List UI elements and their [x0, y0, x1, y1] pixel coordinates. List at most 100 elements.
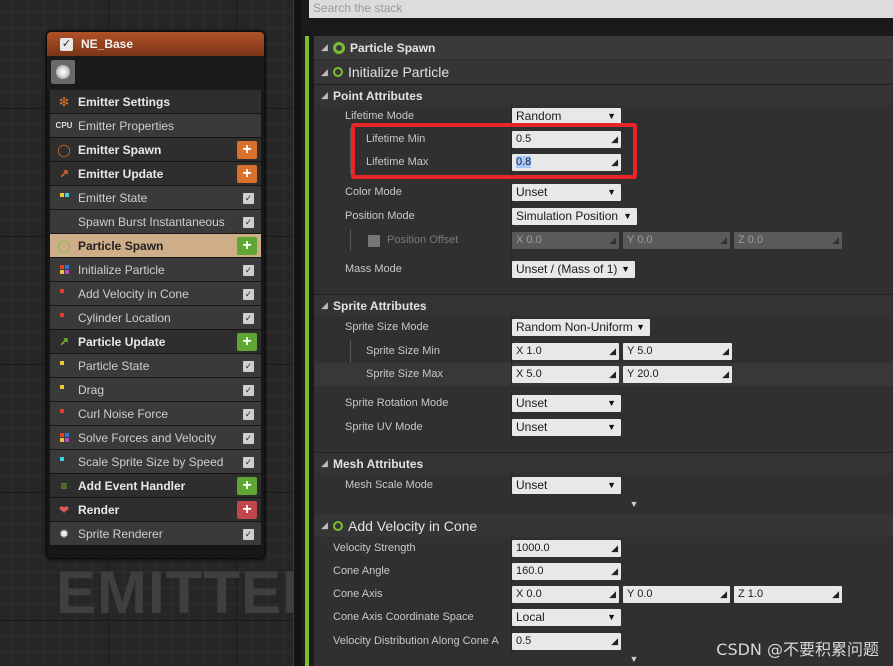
dropdown-value: Unset / (Mass of 1): [516, 262, 618, 276]
node-row[interactable]: ≡ Add Event Handler +: [50, 474, 261, 498]
expand-more-icon[interactable]: ▼: [628, 655, 640, 664]
module-enable-checkbox[interactable]: ✓: [243, 457, 254, 468]
module-enable-checkbox[interactable]: ✓: [243, 361, 254, 372]
add-velocity-in-cone-header[interactable]: ◢ Add Velocity in Cone: [314, 514, 893, 537]
collapse-arrow-icon[interactable]: ◢: [321, 90, 333, 101]
add-module-button[interactable]: +: [237, 237, 257, 255]
position-mode-dropdown[interactable]: Simulation Position ▼: [512, 208, 637, 225]
sprite-size-min-y[interactable]: Y 5.0 ◢: [623, 343, 732, 360]
sprite-size-min-x[interactable]: X 1.0 ◢: [512, 343, 619, 360]
module-enable-checkbox[interactable]: ✓: [243, 385, 254, 396]
node-row[interactable]: ◯ Emitter Spawn +: [50, 138, 261, 162]
resize-grip-icon[interactable]: ◢: [722, 366, 729, 383]
module-enable-checkbox[interactable]: ✓: [243, 433, 254, 444]
mesh-attributes-header[interactable]: ◢ Mesh Attributes: [314, 452, 893, 474]
node-row[interactable]: Cylinder Location ✓: [50, 306, 261, 330]
node-row[interactable]: Spawn Burst Instantaneous ✓: [50, 210, 261, 234]
mesh-scale-mode-dropdown[interactable]: Unset ▼: [512, 477, 621, 494]
node-row[interactable]: ◯ Particle Spawn +: [50, 234, 261, 258]
position-offset-z[interactable]: Z 0.0 ◢: [734, 232, 842, 249]
resize-grip-icon[interactable]: ◢: [720, 586, 727, 603]
cone-axis-y[interactable]: Y 0.0 ◢: [623, 586, 730, 603]
module-dots-icon: [50, 385, 78, 394]
node-row[interactable]: ❇ Emitter Settings: [50, 90, 261, 114]
property-label: Mesh Scale Mode: [345, 479, 434, 491]
node-row[interactable]: ✹ Sprite Renderer ✓: [50, 522, 261, 546]
mass-mode-dropdown[interactable]: Unset / (Mass of 1) ▼: [512, 261, 635, 278]
module-enable-checkbox[interactable]: ✓: [243, 313, 254, 324]
module-title: Add Velocity in Cone: [348, 517, 478, 534]
resize-grip-icon[interactable]: ◢: [832, 586, 839, 603]
module-enable-checkbox[interactable]: ✓: [243, 529, 254, 540]
module-enable-checkbox[interactable]: ✓: [243, 265, 254, 276]
cone-angle-input[interactable]: 160.0 ◢: [512, 563, 621, 580]
node-row[interactable]: CPU Emitter Properties: [50, 114, 261, 138]
resize-grip-icon: ◢: [609, 235, 616, 245]
sprite-size-mode-dropdown[interactable]: Random Non-Uniform ▼: [512, 319, 650, 336]
module-enable-checkbox[interactable]: ✓: [243, 193, 254, 204]
cone-axis-x[interactable]: X 0.0 ◢: [512, 586, 619, 603]
graph-canvas[interactable]: EMITTER ✓ NE_Base ❇ Emitter Settings CPU Em…: [0, 0, 325, 666]
emitter-node[interactable]: ✓ NE_Base ❇ Emitter Settings CPU Emitter Pr…: [46, 31, 265, 559]
cone-axis-z[interactable]: Z 1.0 ◢: [734, 586, 842, 603]
node-row[interactable]: Initialize Particle ✓: [50, 258, 261, 282]
dropdown-value: Unset: [516, 396, 548, 410]
particle-spawn-header[interactable]: ◢ Particle Spawn: [314, 36, 893, 59]
position-offset-checkbox[interactable]: [368, 235, 380, 247]
enable-checkbox[interactable]: ✓: [60, 37, 73, 51]
position-offset-x[interactable]: X 0.0 ◢: [512, 232, 619, 249]
cone-axis-space-dropdown[interactable]: Local ▼: [512, 609, 621, 626]
add-module-button[interactable]: +: [237, 477, 257, 495]
position-offset-y[interactable]: Y 0.0 ◢: [623, 232, 730, 249]
module-dots-icon: [50, 217, 78, 226]
node-row[interactable]: ↗ Emitter Update +: [50, 162, 261, 186]
collapse-arrow-icon[interactable]: ◢: [321, 300, 333, 311]
node-row[interactable]: Solve Forces and Velocity ✓: [50, 426, 261, 450]
node-row[interactable]: Emitter State ✓: [50, 186, 261, 210]
collapse-arrow-icon[interactable]: ◢: [321, 520, 333, 531]
module-enable-checkbox[interactable]: ✓: [243, 409, 254, 420]
resize-grip-icon[interactable]: ◢: [611, 563, 618, 580]
add-module-button[interactable]: +: [237, 333, 257, 351]
color-mode-dropdown[interactable]: Unset ▼: [512, 184, 621, 201]
module-enable-checkbox[interactable]: ✓: [243, 217, 254, 228]
module-enable-checkbox[interactable]: ✓: [243, 289, 254, 300]
expand-more-icon[interactable]: ▼: [628, 500, 640, 509]
initialize-particle-header[interactable]: ◢ Initialize Particle: [314, 61, 893, 83]
node-row[interactable]: ↗ Particle Update +: [50, 330, 261, 354]
add-module-button[interactable]: +: [237, 165, 257, 183]
velocity-strength-input[interactable]: 1000.0 ◢: [512, 540, 621, 557]
resize-grip-icon[interactable]: ◢: [609, 366, 616, 383]
mesh-scale-mode-row: Mesh Scale Mode Unset ▼: [314, 474, 893, 497]
pane-splitter[interactable]: [293, 0, 301, 666]
velocity-distribution-input[interactable]: 0.5 ◢: [512, 633, 621, 650]
node-row[interactable]: Add Velocity in Cone ✓: [50, 282, 261, 306]
resize-grip-icon[interactable]: ◢: [611, 540, 618, 557]
emitter-watermark: EMITTER: [56, 559, 327, 626]
node-row[interactable]: Particle State ✓: [50, 354, 261, 378]
sprite-attributes-header[interactable]: ◢ Sprite Attributes: [314, 294, 893, 316]
node-row[interactable]: Curl Noise Force ✓: [50, 402, 261, 426]
sprite-rotation-mode-dropdown[interactable]: Unset ▼: [512, 395, 621, 412]
sprite-uv-mode-dropdown[interactable]: Unset ▼: [512, 419, 621, 436]
resize-grip-icon[interactable]: ◢: [609, 586, 616, 603]
resize-grip-icon[interactable]: ◢: [609, 343, 616, 360]
collapse-arrow-icon[interactable]: ◢: [321, 67, 333, 78]
node-row[interactable]: ❤ Render +: [50, 498, 261, 522]
node-row[interactable]: Scale Sprite Size by Speed ✓: [50, 450, 261, 474]
add-module-button[interactable]: +: [237, 141, 257, 159]
point-attributes-header[interactable]: ◢ Point Attributes: [314, 84, 893, 106]
sprite-size-max-x[interactable]: X 5.0 ◢: [512, 366, 619, 383]
resize-grip-icon[interactable]: ◢: [611, 633, 618, 650]
chevron-down-icon: ▼: [623, 211, 632, 221]
collapse-arrow-icon[interactable]: ◢: [321, 458, 333, 469]
search-stack-input[interactable]: Search the stack: [309, 0, 893, 18]
collapse-arrow-icon[interactable]: ◢: [321, 42, 333, 53]
node-row-label: Emitter Settings: [78, 94, 171, 109]
sprite-size-max-y[interactable]: Y 20.0 ◢: [623, 366, 732, 383]
add-module-button[interactable]: +: [237, 501, 257, 519]
node-header[interactable]: ✓ NE_Base: [47, 32, 264, 56]
node-row[interactable]: Drag ✓: [50, 378, 261, 402]
resize-grip-icon[interactable]: ◢: [722, 343, 729, 360]
cone-axis-row: Cone Axis X 0.0 ◢ Y 0.0 ◢ Z 1.0 ◢: [314, 583, 893, 606]
